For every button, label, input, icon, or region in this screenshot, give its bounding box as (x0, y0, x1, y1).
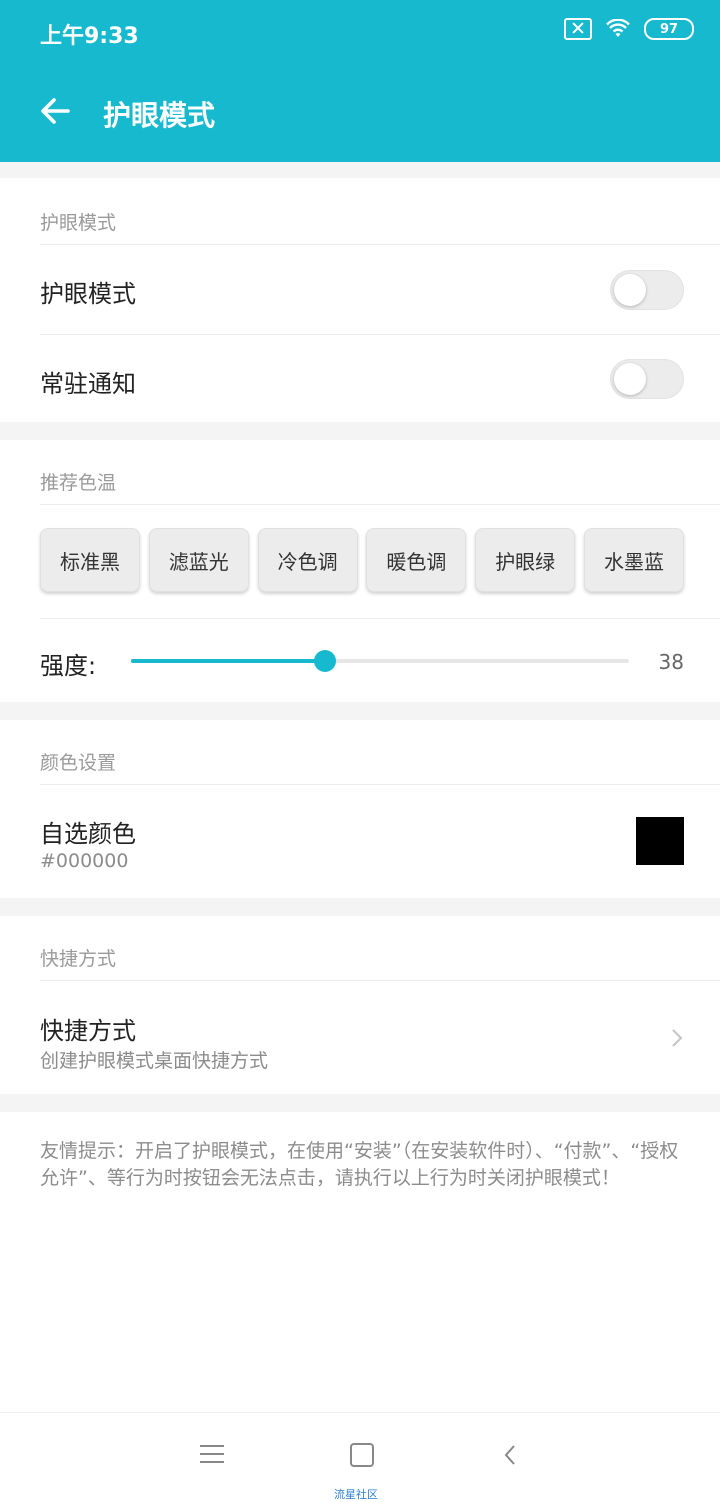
eye-mode-label: 护眼模式 (40, 280, 136, 308)
slider-fill (131, 659, 326, 663)
divider (40, 334, 720, 335)
section-divider (0, 898, 720, 916)
shortcut-title[interactable]: 快捷方式 (40, 1011, 136, 1046)
divider (40, 618, 720, 619)
section-label-color: 颜色设置 (40, 752, 117, 774)
preset-warm-tone[interactable]: 暖色调 (366, 528, 467, 592)
back-arrow-icon[interactable] (38, 94, 72, 128)
section-divider (0, 162, 720, 178)
section-divider (0, 1094, 720, 1112)
chevron-right-icon[interactable] (670, 1027, 684, 1049)
section-divider (0, 422, 720, 440)
strength-value: 38 (658, 650, 684, 674)
divider (40, 504, 720, 505)
title-row: 护眼模式 (0, 64, 720, 162)
status-icons: 97 (564, 18, 694, 40)
custom-color-title[interactable]: 自选颜色 (40, 814, 136, 849)
divider (40, 244, 720, 245)
preset-standard-black[interactable]: 标准黑 (40, 528, 140, 592)
notification-toggle[interactable] (610, 359, 684, 399)
preset-ink-blue[interactable]: 水墨蓝 (583, 528, 684, 592)
sim-icon (564, 18, 592, 40)
app-header: 上午9:33 97 护眼模式 (0, 0, 720, 162)
preset-eye-green[interactable]: 护眼绿 (475, 528, 576, 592)
notification-label: 常驻通知 (40, 370, 136, 398)
section-label-shortcut: 快捷方式 (40, 948, 117, 970)
page-title: 护眼模式 (103, 99, 216, 132)
preset-row: 标准黑 滤蓝光 冷色调 暖色调 护眼绿 水墨蓝 (40, 528, 684, 592)
strength-label: 强度: (40, 652, 97, 680)
section-divider (0, 702, 720, 720)
custom-color-value: #000000 (40, 850, 129, 872)
nav-back-icon[interactable] (502, 1443, 518, 1467)
eye-mode-toggle[interactable] (610, 270, 684, 310)
shortcut-subtitle: 创建护眼模式桌面快捷方式 (40, 1050, 269, 1072)
preset-cool-tone[interactable]: 冷色调 (257, 528, 358, 592)
color-swatch[interactable] (636, 817, 684, 865)
preset-blue-filter[interactable]: 滤蓝光 (148, 528, 249, 592)
toggle-knob (614, 363, 646, 395)
slider-thumb[interactable] (314, 650, 337, 672)
menu-icon[interactable] (200, 1445, 224, 1463)
wifi-icon (606, 19, 630, 39)
status-bar: 上午9:33 97 (0, 0, 720, 64)
divider (40, 784, 720, 785)
strength-slider[interactable] (131, 650, 629, 672)
status-time: 上午9:33 (40, 24, 139, 49)
home-icon[interactable] (350, 1443, 374, 1467)
watermark: 流星社区 (334, 1488, 378, 1501)
divider (40, 980, 720, 981)
section-label-temperature: 推荐色温 (40, 472, 117, 494)
section-label-eye-mode: 护眼模式 (40, 212, 117, 234)
toggle-knob (614, 274, 646, 306)
battery-icon: 97 (644, 18, 694, 40)
tip-text: 友情提示：开启了护眼模式，在使用“安装”（在安装软件时）、“付款”、“授权允许”… (40, 1140, 679, 1189)
